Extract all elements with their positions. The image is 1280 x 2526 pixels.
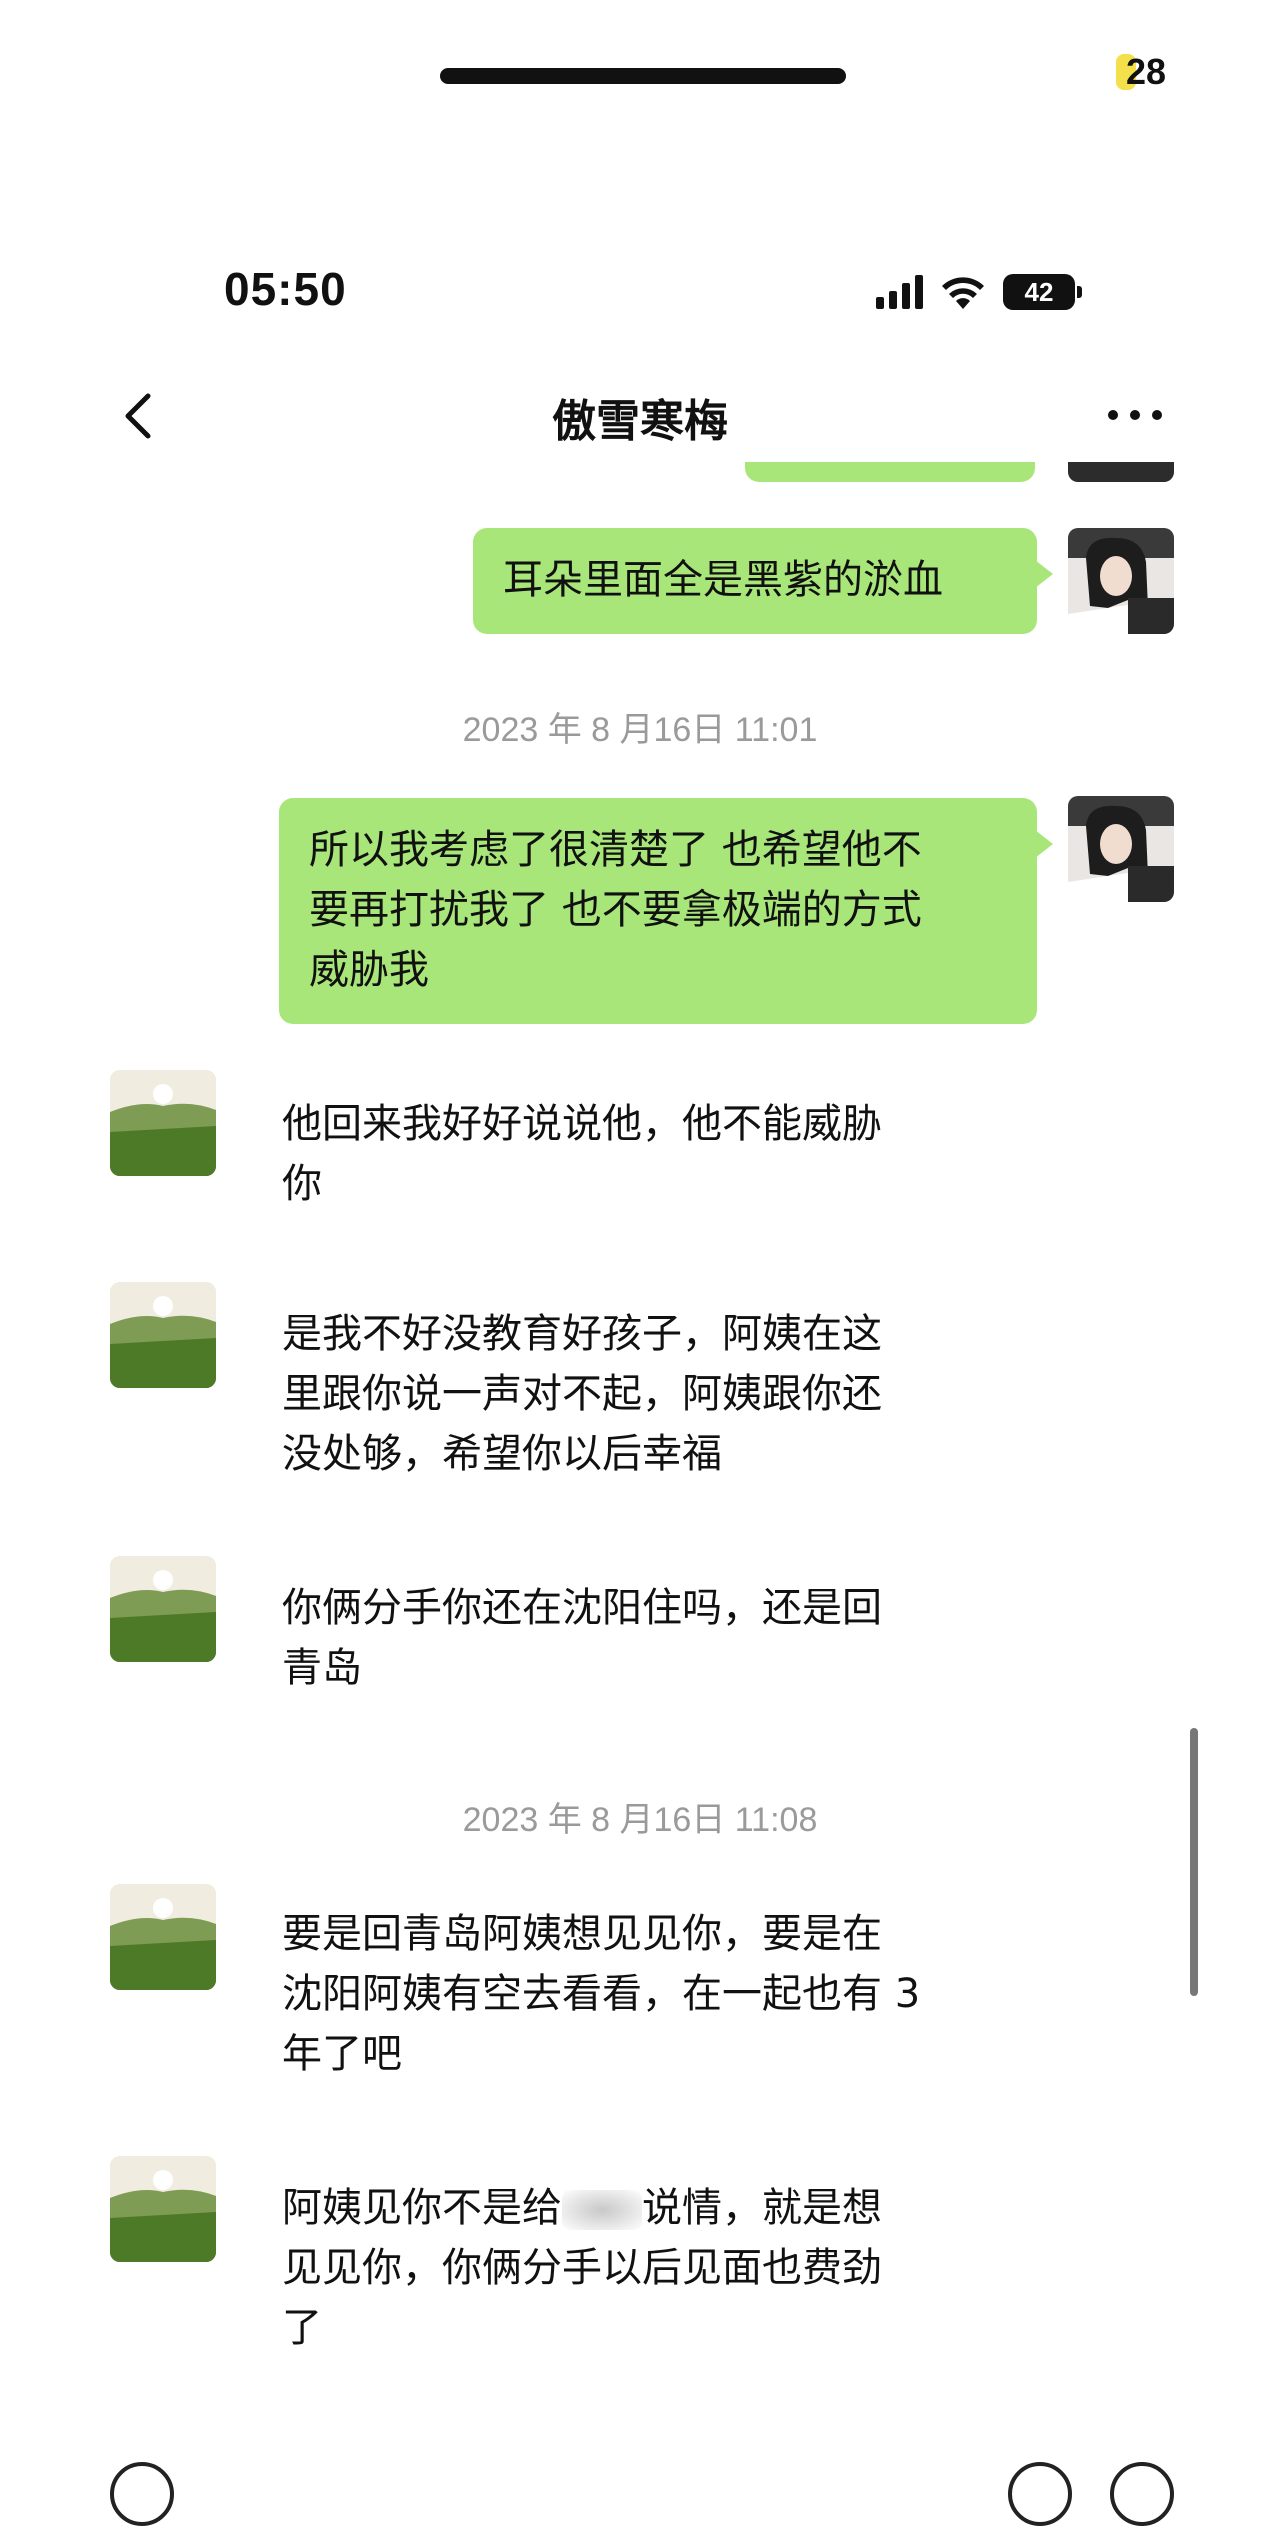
avatar-landscape — [110, 2156, 216, 2262]
message-bubble-received[interactable]: 阿姨见你不是给 说情，就是想 见见你，你俩分手以后见面也费劲 了 — [282, 2178, 1002, 2358]
status-time: 05:50 — [224, 263, 347, 315]
scrollbar-thumb[interactable] — [1190, 1728, 1198, 1996]
message-line: 要是回青岛阿姨想见见你，要是在 — [282, 1911, 882, 1957]
message-text: 耳朵里面全是黑紫的淤血 — [503, 557, 943, 603]
my-avatar[interactable] — [1068, 796, 1174, 902]
message-bubble-received[interactable]: 要是回青岛阿姨想见见你，要是在 沈阳阿姨有空去看看，在一起也有 3 年了吧 — [282, 1904, 1002, 2084]
message-line: 没处够，希望你以后幸福 — [282, 1431, 722, 1477]
contact-avatar[interactable] — [110, 1884, 216, 1990]
chat-title: 傲雪寒梅 — [552, 396, 728, 447]
back-button[interactable] — [112, 384, 172, 448]
contact-avatar[interactable] — [110, 1282, 216, 1388]
notification-badge: 28 — [1116, 50, 1166, 94]
more-dots-icon — [1108, 410, 1162, 420]
message-line: 青岛 — [282, 1645, 362, 1691]
add-icon[interactable] — [1110, 2462, 1174, 2526]
avatar-landscape — [110, 1884, 216, 1990]
message-line: 你俩分手你还在沈阳住吗，还是回 — [282, 1585, 882, 1631]
message-bubble-sent[interactable]: 耳朵里面全是黑紫的淤血 — [473, 528, 1053, 634]
contact-avatar[interactable] — [110, 1070, 216, 1176]
chevron-left-icon — [125, 393, 151, 439]
timestamp: 2023 年 8 月16日 11:01 — [462, 711, 818, 749]
avatar-landscape — [110, 1070, 216, 1176]
message-fragment: 说情，就是想 — [642, 2185, 882, 2231]
message-line: 沈阳阿姨有空去看看，在一起也有 3 — [282, 1971, 921, 2017]
more-button[interactable] — [1100, 395, 1170, 435]
message-line: 威胁我 — [309, 947, 429, 993]
timestamp: 2023 年 8 月16日 11:08 — [462, 1801, 818, 1839]
badge-count: 28 — [1126, 51, 1167, 92]
message-line: 是我不好没教育好孩子，阿姨在这 — [282, 1311, 882, 1357]
status-icons: 42 — [876, 270, 1082, 314]
home-indicator — [440, 68, 846, 84]
battery-icon: 42 — [1003, 274, 1082, 310]
message-line: 阿姨见你不是给 说情，就是想 — [282, 2178, 1002, 2238]
message-line: 要再打扰我了 也不要拿极端的方式 — [309, 887, 922, 933]
avatar-photo — [1068, 796, 1174, 902]
message-bubble-received[interactable]: 你俩分手你还在沈阳住吗，还是回 青岛 — [282, 1578, 982, 1698]
message-bubble-received[interactable]: 他回来我好好说说他，他不能威胁 你 — [282, 1094, 982, 1214]
message-line: 年了吧 — [282, 2031, 402, 2077]
previous-bubble-edge — [745, 462, 1035, 482]
wifi-icon — [942, 277, 984, 309]
avatar-photo — [1068, 528, 1174, 634]
message-line: 他回来我好好说说他，他不能威胁 — [282, 1101, 882, 1147]
message-line: 所以我考虑了很清楚了 也希望他不 — [309, 827, 922, 873]
message-bubble-received[interactable]: 是我不好没教育好孩子，阿姨在这 里跟你说一声对不起，阿姨跟你还 没处够，希望你以… — [282, 1304, 982, 1484]
avatar-landscape — [110, 1282, 216, 1388]
message-line: 你 — [282, 1161, 322, 1207]
emoji-icon[interactable] — [1008, 2462, 1072, 2526]
avatar-landscape — [110, 1556, 216, 1662]
message-line: 里跟你说一声对不起，阿姨跟你还 — [282, 1371, 882, 1417]
contact-avatar[interactable] — [110, 1556, 216, 1662]
message-line: 了 — [282, 2305, 322, 2351]
voice-icon[interactable] — [110, 2462, 174, 2526]
signal-icon — [876, 275, 923, 309]
battery-level: 42 — [1003, 274, 1075, 310]
my-avatar[interactable] — [1068, 528, 1174, 634]
message-bubble-sent[interactable]: 所以我考虑了很清楚了 也希望他不 要再打扰我了 也不要拿极端的方式 威胁我 — [279, 798, 1053, 1024]
contact-avatar[interactable] — [110, 2156, 216, 2262]
message-line: 见见你，你俩分手以后见面也费劲 — [282, 2245, 882, 2291]
previous-avatar-edge — [1068, 462, 1174, 482]
message-fragment: 阿姨见你不是给 — [282, 2185, 562, 2231]
redacted-blur — [562, 2190, 642, 2230]
